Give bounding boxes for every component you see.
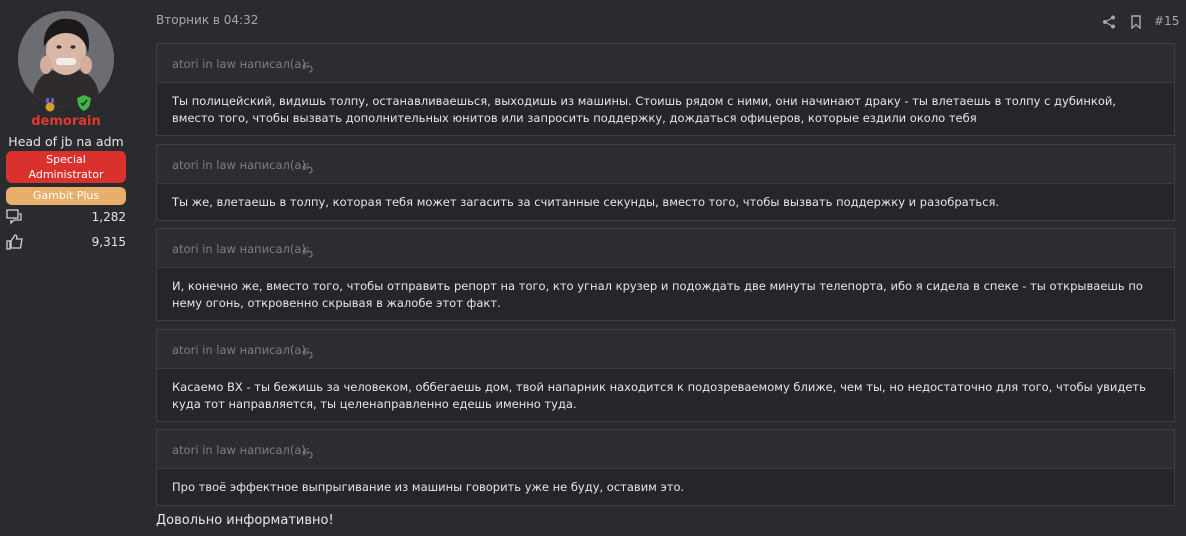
quote-header: atori in law написал(а): [157, 430, 1174, 469]
avatar[interactable] [18, 11, 114, 107]
quote-block: atori in law написал(а): Касаемо ВХ - ты… [156, 329, 1175, 422]
medal-icon [43, 97, 57, 112]
go-to-quote-icon[interactable] [302, 444, 313, 459]
user-sidebar: demorain Head of jb na adm Special Admin… [0, 0, 138, 536]
quote-header: atori in law написал(а): [157, 145, 1174, 184]
badge-gambit-plus: Gambit Plus [6, 187, 126, 205]
post-content: Вторник в 04:32 #15 atori in law написал… [156, 0, 1186, 536]
quote-header: atori in law написал(а): [157, 330, 1174, 369]
quote-header: atori in law написал(а): [157, 229, 1174, 268]
avatar-container[interactable] [18, 11, 114, 112]
post-number[interactable]: #15 [1154, 14, 1179, 28]
quote-author[interactable]: atori in law написал(а): [172, 242, 310, 256]
quote-text: Касаемо ВХ - ты бежишь за человеком, обб… [172, 380, 1146, 411]
messages-icon [6, 208, 24, 226]
shield-icon [77, 95, 91, 111]
post-date[interactable]: Вторник в 04:32 [156, 13, 258, 27]
quote-block: atori in law написал(а): Про твоё эффект… [156, 429, 1175, 506]
go-to-quote-icon[interactable] [302, 344, 313, 359]
reaction-score: 9,315 [91, 235, 126, 249]
quote-author[interactable]: atori in law написал(а): [172, 158, 310, 172]
quote-author[interactable]: atori in law написал(а): [172, 343, 310, 357]
quote-block: atori in law написал(а): Ты же, влетаешь… [156, 144, 1175, 221]
bookmark-icon[interactable] [1130, 14, 1142, 30]
quote-block: atori in law написал(а): Ты полицейский,… [156, 43, 1175, 136]
message-count: 1,282 [91, 210, 126, 224]
username[interactable]: demorain [0, 114, 132, 129]
badge-label: Gambit Plus [32, 189, 100, 202]
go-to-quote-icon[interactable] [302, 243, 313, 258]
badge-special-administrator: Special Administrator [6, 151, 126, 183]
quote-author[interactable]: atori in law написал(а): [172, 57, 310, 71]
quote-block: atori in law написал(а): И, конечно же, … [156, 228, 1175, 321]
user-title: Head of jb na adm [8, 134, 124, 149]
thumbs-up-icon [6, 233, 24, 251]
quote-text: Про твоё эффектное выпрыгивание из машин… [172, 480, 685, 494]
post-reply-text: Довольно информативно! [156, 513, 334, 528]
stat-reactions[interactable]: 9,315 [6, 233, 126, 251]
badge-label: Special Administrator [28, 153, 104, 181]
share-icon[interactable] [1102, 14, 1116, 29]
go-to-quote-icon[interactable] [302, 58, 313, 73]
quote-author[interactable]: atori in law написал(а): [172, 443, 310, 457]
quote-text: И, конечно же, вместо того, чтобы отправ… [172, 279, 1143, 310]
go-to-quote-icon[interactable] [302, 159, 313, 174]
stat-messages[interactable]: 1,282 [6, 208, 126, 226]
quote-header: atori in law написал(а): [157, 44, 1174, 83]
quote-text: Ты полицейский, видишь толпу, останавлив… [172, 94, 1117, 125]
quote-text: Ты же, влетаешь в толпу, которая тебя мо… [172, 195, 1000, 209]
